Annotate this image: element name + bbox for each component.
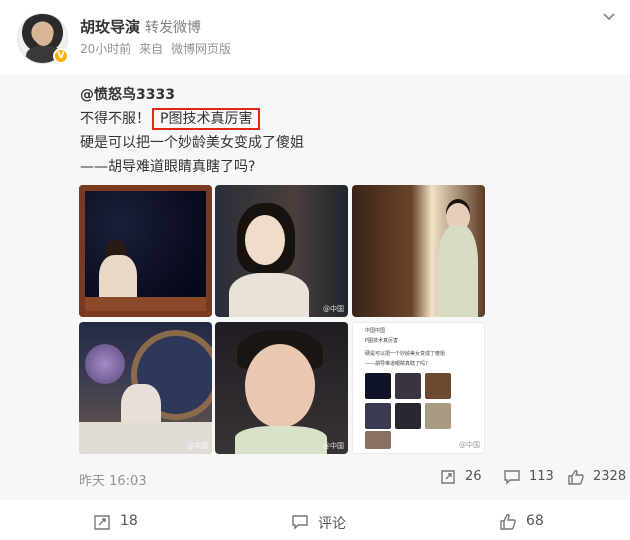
verified-badge-icon: V <box>53 48 69 64</box>
watermark: @中国 <box>187 442 208 450</box>
figure-collar <box>235 426 327 454</box>
comment-icon <box>504 470 520 485</box>
mini-photo <box>425 373 451 399</box>
post-header <box>0 0 630 75</box>
watermark: @中国 <box>323 442 344 450</box>
chevron-down-icon[interactable] <box>602 10 616 24</box>
thumb-text-line-d: ——胡导难道眼睛真瞎了吗? <box>365 361 428 367</box>
original-repost-count: 26 <box>465 469 482 484</box>
repost-count: 18 <box>120 513 138 529</box>
photo-thumbnail-2[interactable]: @中国 <box>215 185 348 317</box>
thumbs-up-icon <box>568 469 584 485</box>
author-name[interactable]: 胡玫导演 <box>80 16 140 37</box>
post-action: 转发微博 <box>145 20 201 36</box>
mini-photo <box>365 431 391 449</box>
figure-face <box>245 215 285 265</box>
photo-thumbnail-6[interactable]: 中国中国 P图技术真厉害 硬是可以把一个妙龄美女变成了傻姐 ——胡导难道眼睛真瞎… <box>352 322 485 454</box>
figure-dress <box>229 273 309 317</box>
original-comment-count: 113 <box>529 469 554 484</box>
watermark: @中国 <box>459 441 480 449</box>
thumb-text-line-c: 硬是可以把一个妙龄美女变成了傻姐 <box>365 351 446 357</box>
repost-icon <box>94 515 110 530</box>
photo-thumbnail-1[interactable] <box>79 185 212 317</box>
post-meta: 20小时前 来自 微博网页版 <box>80 40 235 57</box>
original-text-line3: ——胡导难道眼睛真瞎了吗? <box>80 159 256 175</box>
comment-label: 评论 <box>318 516 346 532</box>
original-text-line1: 不得不服！ P图技术真厉害 <box>80 108 261 130</box>
figure-body <box>438 225 478 317</box>
repost-icon <box>441 470 455 484</box>
mini-photo <box>425 403 451 429</box>
photo-thumbnail-5[interactable]: @中国 <box>215 322 348 454</box>
original-time[interactable]: 昨天 16:03 <box>79 470 147 489</box>
line1-prefix: 不得不服！ <box>80 111 150 127</box>
flowers <box>85 344 125 384</box>
mini-photo <box>365 403 391 429</box>
window-frame <box>79 185 212 317</box>
like-count: 68 <box>526 513 544 529</box>
thumb-text-line-b: P图技术真厉害 <box>365 338 399 344</box>
post-time[interactable]: 20小时前 <box>80 42 131 56</box>
post-source[interactable]: 微博网页版 <box>171 42 231 56</box>
photo-thumbnail-4[interactable]: @中国 <box>79 322 212 454</box>
original-author[interactable]: @愤怒鸟3333 <box>80 84 175 104</box>
figure-face <box>245 344 315 428</box>
mini-photo <box>365 373 391 399</box>
mini-photo <box>395 373 421 399</box>
original-like-count: 2328 <box>593 469 627 484</box>
original-text-line2: 硬是可以把一个妙龄美女变成了傻姐 <box>80 135 304 151</box>
avatar-face <box>34 24 53 46</box>
thumbs-up-icon <box>500 513 516 530</box>
thumb-text-line-a: 中国中国 <box>365 328 386 334</box>
comment-icon <box>292 515 308 530</box>
mini-photo <box>395 403 421 429</box>
photo-thumbnail-3[interactable] <box>352 185 485 317</box>
watermark: @中国 <box>323 305 344 313</box>
source-prefix: 来自 <box>139 42 164 56</box>
highlighted-phrase: P图技术真厉害 <box>152 108 261 130</box>
